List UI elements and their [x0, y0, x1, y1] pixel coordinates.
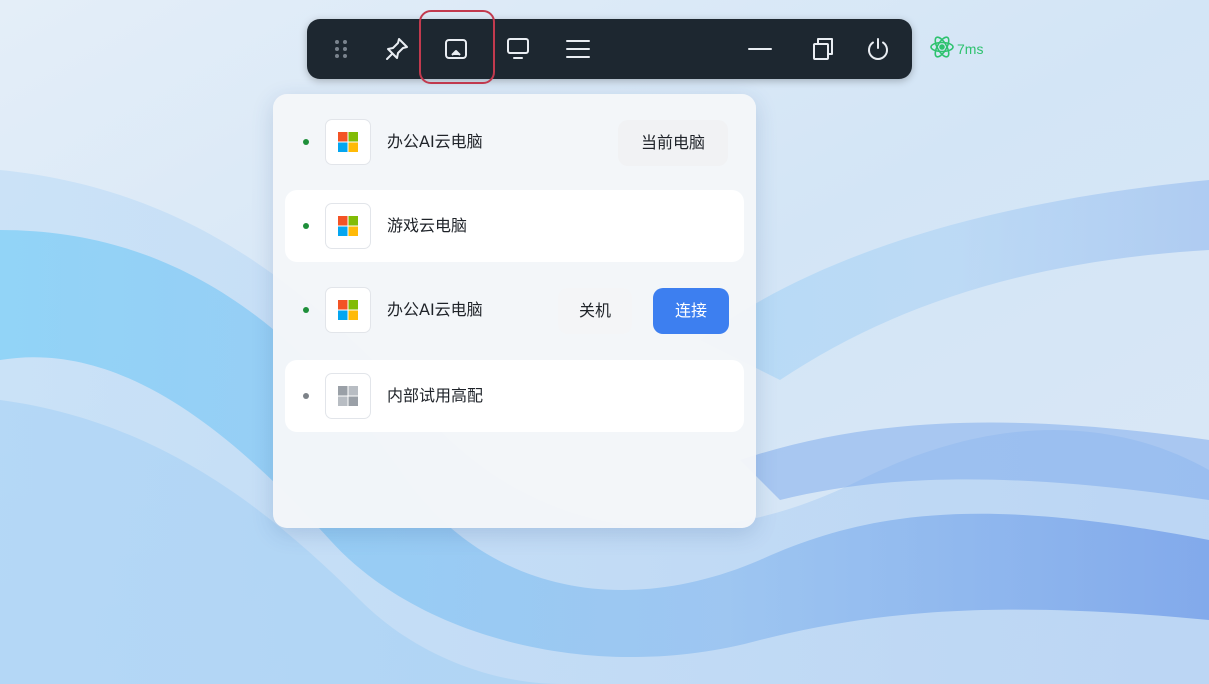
floating-toolbar: 7ms [307, 19, 983, 79]
current-computer-badge: 当前电脑 [618, 120, 728, 166]
atom-network-icon [929, 34, 955, 64]
drag-handle-icon[interactable] [321, 29, 361, 69]
list-item-computer-1[interactable]: 办公AI云电脑 当前电脑 [285, 106, 744, 178]
pin-icon[interactable] [377, 29, 417, 69]
menu-icon[interactable] [558, 29, 598, 69]
computer-name: 游戏云电脑 [387, 216, 468, 235]
latency-indicator[interactable]: 7ms [929, 34, 983, 64]
windows-color-icon [325, 119, 371, 165]
windows-gray-icon [325, 373, 371, 419]
list-item-computer-2[interactable]: 游戏云电脑 [285, 190, 744, 262]
windows-color-icon [325, 203, 371, 249]
list-item-computer-4[interactable]: 内部试用高配 [285, 360, 744, 432]
windows-color-icon [325, 287, 371, 333]
shutdown-button[interactable]: 关机 [558, 288, 632, 334]
connect-button[interactable]: 连接 [653, 288, 729, 334]
latency-value: 7ms [957, 41, 984, 57]
computer-name: 内部试用高配 [387, 386, 484, 405]
restore-window-icon[interactable] [803, 29, 843, 69]
computer-name: 办公AI云电脑 [387, 300, 483, 319]
online-status-dot [303, 307, 309, 313]
computer-name: 办公AI云电脑 [387, 132, 483, 151]
cloud-computer-panel: 办公AI云电脑 当前电脑 游戏云电脑 办公AI云电脑 关机 连接 内部试用高配 [273, 94, 756, 528]
monitor-icon[interactable] [498, 29, 538, 69]
online-status-dot [303, 139, 309, 145]
cast-screen-icon[interactable] [436, 29, 476, 69]
offline-status-dot [303, 393, 309, 399]
list-item-computer-3[interactable]: 办公AI云电脑 关机 连接 [285, 274, 744, 346]
online-status-dot [303, 223, 309, 229]
power-icon[interactable] [858, 29, 898, 69]
minimize-icon[interactable] [740, 29, 780, 69]
